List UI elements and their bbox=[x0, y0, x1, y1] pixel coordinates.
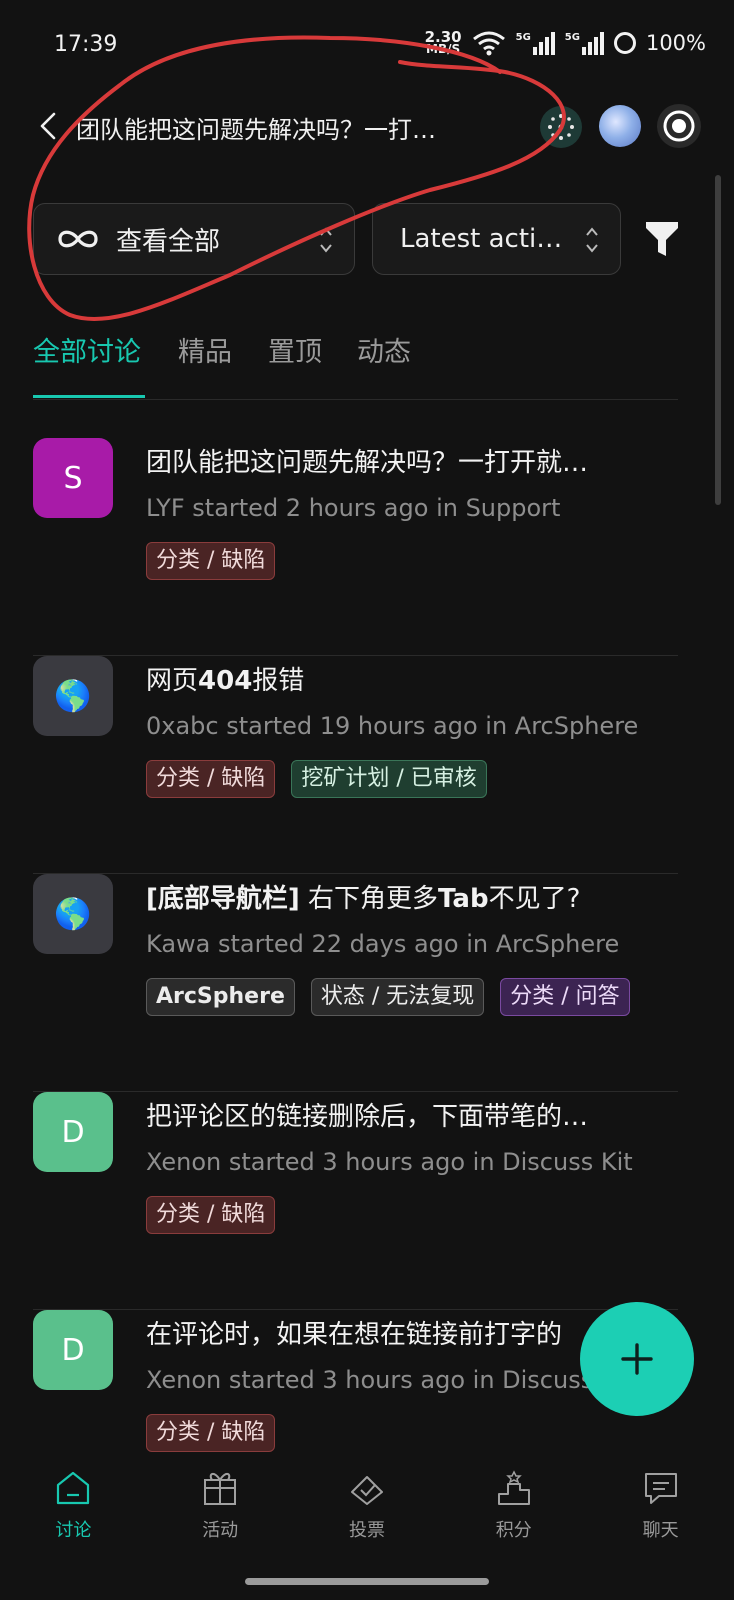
tag[interactable]: 分类 / 缺陷 bbox=[146, 760, 276, 798]
new-discussion-button[interactable] bbox=[580, 1302, 694, 1416]
status-time: 17:39 bbox=[54, 32, 118, 57]
infinity-icon bbox=[58, 230, 98, 248]
scrollbar[interactable] bbox=[715, 175, 721, 505]
podium-icon bbox=[497, 1470, 530, 1505]
tag-list: 分类 / 缺陷 挖矿计划 / 已审核 bbox=[146, 760, 487, 798]
discussion-item[interactable]: 🌎 网页404报错 0xabc started 19 hours ago in … bbox=[0, 656, 734, 874]
signal-2-icon: 5G bbox=[565, 31, 604, 55]
scope-select[interactable]: 查看全部 bbox=[33, 203, 355, 275]
net-speed: 2.30 MB/S bbox=[425, 30, 462, 56]
net-speed-unit: MB/S bbox=[426, 42, 461, 56]
tag[interactable]: 状态 / 无法复现 bbox=[310, 978, 485, 1016]
record-button[interactable] bbox=[657, 104, 701, 148]
globe-icon: 🌎 bbox=[33, 874, 113, 954]
scope-select-label: 查看全部 bbox=[116, 226, 221, 257]
nav-item-events[interactable]: 活动 bbox=[165, 1468, 275, 1568]
tag[interactable]: ArcSphere bbox=[146, 978, 295, 1016]
nav-label: 积分 bbox=[495, 1520, 532, 1541]
discussion-title: 团队能把这问题先解决吗？一打开就… bbox=[146, 448, 589, 478]
sort-select[interactable]: Latest acti… bbox=[372, 203, 621, 275]
discussion-item[interactable]: 🌎 [底部导航栏] 右下角更多Tab不见了? Kawa started 22 d… bbox=[0, 874, 734, 1092]
battery-level: 100% bbox=[645, 31, 706, 55]
filter-icon[interactable] bbox=[644, 218, 680, 260]
nav-item-points[interactable]: 积分 bbox=[459, 1468, 569, 1568]
tag-list: ArcSphere 状态 / 无法复现 分类 / 问答 bbox=[146, 978, 630, 1016]
tag[interactable]: 挖矿计划 / 已审核 bbox=[291, 760, 487, 798]
vote-icon bbox=[350, 1476, 383, 1505]
tag-list: 分类 / 缺陷 bbox=[146, 1196, 276, 1234]
discussion-meta: Kawa started 22 days ago in ArcSphere bbox=[146, 930, 620, 958]
discussion-title: 网页404报错 bbox=[146, 666, 305, 696]
dots-circle-icon bbox=[548, 114, 574, 140]
nav-item-vote[interactable]: 投票 bbox=[312, 1468, 422, 1568]
tag-list: 分类 / 缺陷 bbox=[146, 1414, 276, 1452]
plus-icon bbox=[621, 1343, 653, 1375]
status-icons: 2.30 MB/S 5G 5G 100% bbox=[425, 30, 706, 56]
gift-icon bbox=[204, 1473, 237, 1505]
bottom-nav: 讨论 活动 投票 积分 聊天 bbox=[0, 1468, 734, 1568]
discussion-avatar: D bbox=[33, 1310, 113, 1390]
wifi-icon bbox=[472, 31, 505, 56]
home-indicator[interactable] bbox=[245, 1578, 489, 1585]
discussion-item[interactable]: S 团队能把这问题先解决吗？一打开就… LYF started 2 hours … bbox=[0, 438, 734, 656]
user-avatar[interactable] bbox=[599, 105, 641, 147]
target-icon bbox=[663, 110, 695, 142]
globe-icon: 🌎 bbox=[33, 656, 113, 736]
nav-label: 活动 bbox=[202, 1520, 239, 1541]
tab-active-indicator bbox=[33, 395, 145, 398]
back-button[interactable] bbox=[34, 106, 62, 146]
nav-item-chat[interactable]: 聊天 bbox=[606, 1468, 716, 1568]
nav-item-discussions[interactable]: 讨论 bbox=[18, 1468, 128, 1568]
tab-pinned[interactable]: 置顶 bbox=[268, 330, 322, 369]
discussion-title: [底部导航栏] 右下角更多Tab不见了? bbox=[146, 884, 581, 914]
signal-1-icon: 5G bbox=[516, 31, 555, 55]
tab-all-discussions[interactable]: 全部讨论 bbox=[33, 330, 141, 369]
discussion-avatar: D bbox=[33, 1092, 113, 1172]
up-down-chevron-icon bbox=[320, 227, 332, 253]
tag[interactable]: 分类 / 问答 bbox=[500, 978, 630, 1016]
nav-label: 聊天 bbox=[642, 1520, 679, 1541]
discussion-meta: LYF started 2 hours ago in Support bbox=[146, 494, 561, 522]
sort-select-label: Latest acti… bbox=[400, 224, 563, 254]
battery-icon bbox=[613, 32, 636, 54]
tab-activity[interactable]: 动态 bbox=[357, 330, 411, 369]
chat-icon bbox=[644, 1473, 677, 1504]
tabs-divider bbox=[33, 399, 678, 400]
nav-label: 讨论 bbox=[55, 1520, 92, 1541]
discussion-meta: 0xabc started 19 hours ago in ArcSphere bbox=[146, 712, 639, 740]
tag[interactable]: 分类 / 缺陷 bbox=[146, 1196, 276, 1234]
tag-list: 分类 / 缺陷 bbox=[146, 542, 276, 580]
chevron-left-icon bbox=[40, 112, 56, 140]
tag[interactable]: 分类 / 缺陷 bbox=[146, 542, 276, 580]
tab-featured[interactable]: 精品 bbox=[178, 330, 232, 369]
discussion-title: 把评论区的链接删除后，下面带笔的… bbox=[146, 1102, 589, 1132]
home-icon bbox=[57, 1471, 90, 1505]
discussion-avatar: S bbox=[33, 438, 113, 518]
discussion-item[interactable]: D 把评论区的链接删除后，下面带笔的… Xenon started 3 hour… bbox=[0, 1092, 734, 1310]
tag[interactable]: 分类 / 缺陷 bbox=[146, 1414, 276, 1452]
discussion-title: 在评论时，如果在想在链接前打字的 bbox=[146, 1320, 563, 1350]
discussion-meta: Xenon started 3 hours ago in Discuss bbox=[146, 1366, 594, 1394]
page-title: 团队能把这问题先解决吗？一打… bbox=[76, 116, 436, 144]
discussion-meta: Xenon started 3 hours ago in Discuss Kit bbox=[146, 1148, 633, 1176]
up-down-chevron-icon bbox=[586, 227, 598, 253]
nav-label: 投票 bbox=[348, 1520, 385, 1541]
sparkle-icon[interactable] bbox=[540, 106, 582, 148]
